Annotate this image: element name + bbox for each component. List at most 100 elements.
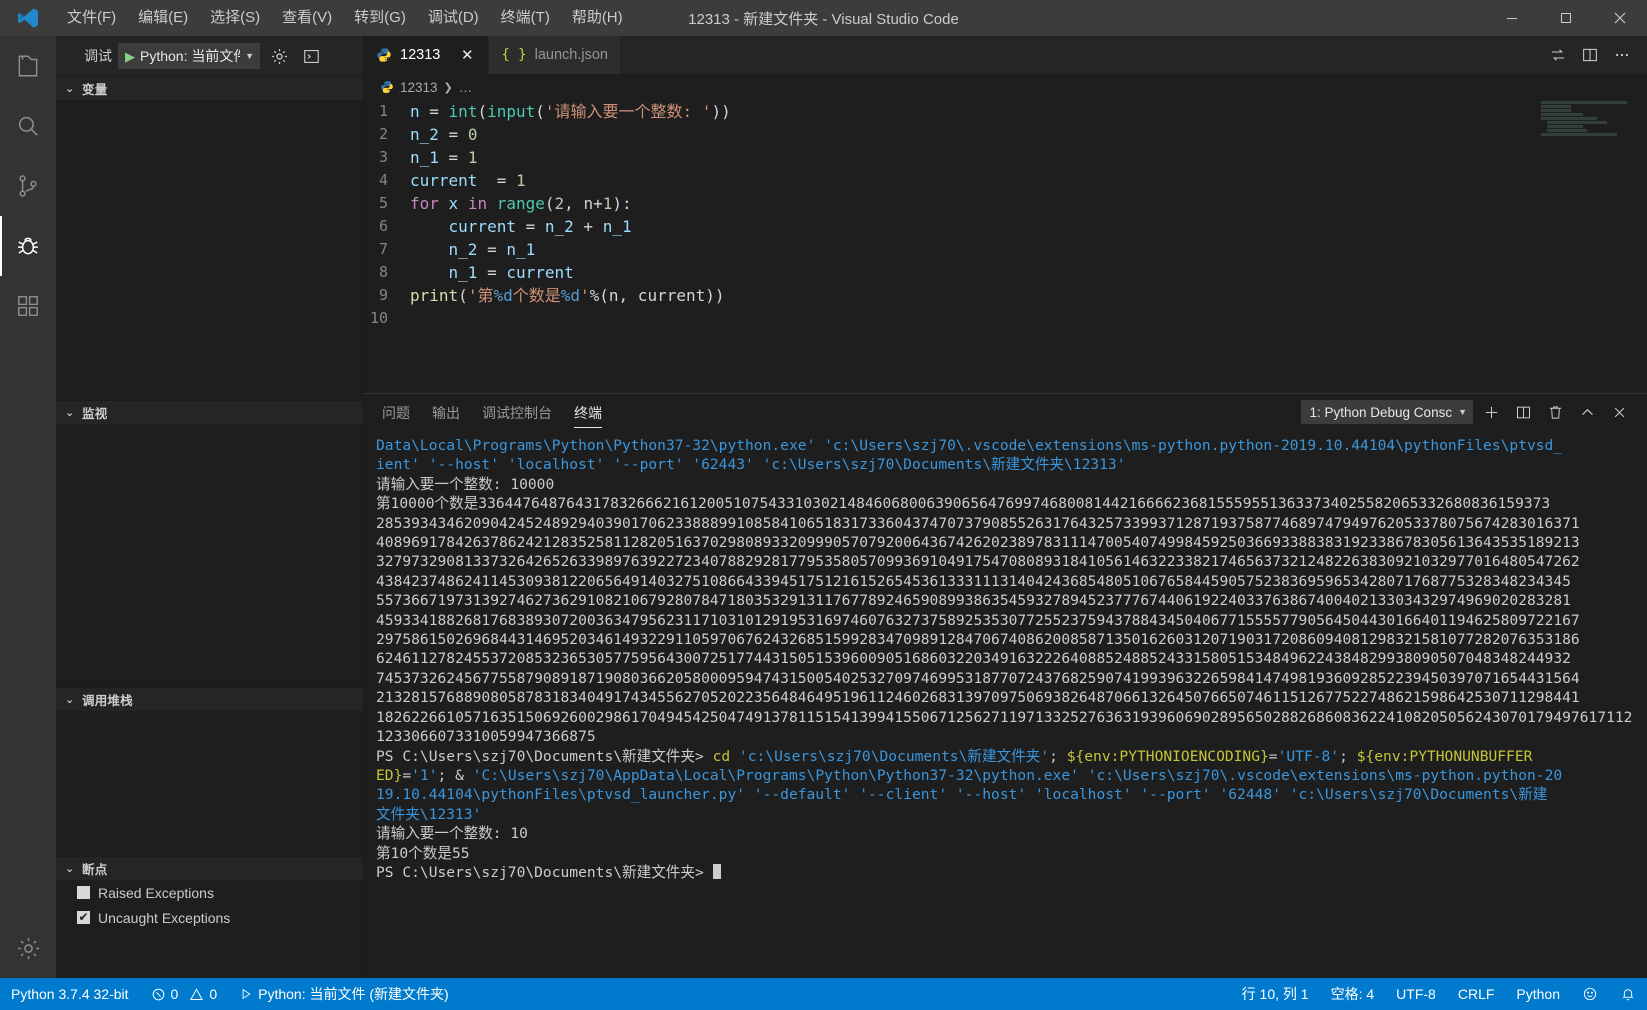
menu-go[interactable]: 转到(G): [343, 0, 417, 36]
editor-tab-12313[interactable]: 12313 ✕: [364, 36, 490, 74]
code-line-text: n_2 = 0: [410, 123, 1647, 146]
panel-tab-debug-console[interactable]: 调试控制台: [482, 394, 552, 430]
code-line[interactable]: 8 n_1 = current: [364, 261, 1647, 284]
code-line[interactable]: 6 current = n_2 + n_1: [364, 215, 1647, 238]
callstack-pane-title: 调用堆栈: [82, 694, 133, 708]
status-eol[interactable]: CRLF: [1447, 978, 1506, 1010]
variables-pane-header[interactable]: ⌄ 变量: [56, 76, 363, 100]
activity-item-extensions[interactable]: [0, 276, 56, 336]
code-line[interactable]: 1n = int(input('请输入要一个整数: ')): [364, 100, 1647, 123]
files-icon: [15, 53, 41, 79]
terminal-text: ;: [1339, 747, 1357, 765]
checkbox-raised-exceptions[interactable]: [77, 886, 90, 899]
terminal-select[interactable]: 1: Python Debug Consc ▼: [1301, 400, 1473, 424]
close-panel-button[interactable]: [1605, 398, 1633, 426]
debug-configuration-select[interactable]: ▶ Python: 当前文件 ▼: [118, 43, 260, 69]
maximize-panel-button[interactable]: [1573, 398, 1601, 426]
minimize-button[interactable]: [1485, 0, 1539, 36]
code-line[interactable]: 2 n_2 = 0: [364, 123, 1647, 146]
open-debug-console-button[interactable]: [298, 43, 324, 69]
code-line-text: n_2 = n_1: [410, 238, 1647, 261]
code-line[interactable]: 3 n_1 = 1: [364, 146, 1647, 169]
feedback-smiley-icon[interactable]: [1571, 978, 1609, 1010]
code-token: (: [458, 286, 468, 305]
code-token: , n+: [564, 194, 603, 213]
bottom-panel: 问题 输出 调试控制台 终端 1: Python Debug Consc ▼ D…: [364, 393, 1647, 978]
status-cursor-position[interactable]: 行 10, 列 1: [1231, 978, 1320, 1010]
panel-tabs: 问题 输出 调试控制台 终端 1: Python Debug Consc ▼: [364, 394, 1647, 430]
close-button[interactable]: [1593, 0, 1647, 36]
activity-item-explorer[interactable]: [0, 36, 56, 96]
panel-tab-output[interactable]: 输出: [432, 394, 460, 430]
code-line[interactable]: 7 n_2 = n_1: [364, 238, 1647, 261]
debug-settings-button[interactable]: [266, 43, 292, 69]
code-token: n: [410, 102, 420, 121]
terminal-line: 4593341882681768389307200363479562311710…: [376, 611, 1637, 630]
activity-item-source-control[interactable]: [0, 156, 56, 216]
menu-debug[interactable]: 调试(D): [417, 0, 490, 36]
status-encoding[interactable]: UTF-8: [1385, 978, 1447, 1010]
code-line[interactable]: 5 for x in range(2, n+1):: [364, 192, 1647, 215]
terminal-line: 19.10.44104\pythonFiles\ptvsd_launcher.p…: [376, 785, 1637, 804]
python-icon: [376, 47, 392, 63]
code-token: (: [544, 194, 555, 213]
code-editor[interactable]: 1n = int(input('请输入要一个整数: ')) 2 n_2 = 0 3 n_…: [364, 100, 1647, 393]
maximize-button[interactable]: [1539, 0, 1593, 36]
activity-item-search[interactable]: [0, 96, 56, 156]
code-line[interactable]: 4 current = 1: [364, 169, 1647, 192]
breadcrumb-file[interactable]: 12313: [400, 80, 438, 95]
breakpoints-pane: ⌄ 断点 Raised Exceptions Uncaught Exceptio…: [56, 856, 363, 978]
checkbox-uncaught-exceptions[interactable]: [77, 908, 90, 926]
terminal-line: 第10个数是55: [376, 844, 1637, 863]
menu-file[interactable]: 文件(F): [56, 0, 127, 36]
more-actions-icon[interactable]: [1607, 36, 1637, 74]
terminal-text: 'UTF-8': [1277, 747, 1340, 765]
code-content[interactable]: 1n = int(input('请输入要一个整数: ')) 2 n_2 = 0 3 n_…: [364, 100, 1647, 330]
menu-edit[interactable]: 编辑(E): [127, 0, 199, 36]
watch-pane-body: [56, 424, 363, 687]
status-python-version[interactable]: Python 3.7.4 32-bit: [0, 978, 140, 1010]
code-token: current: [410, 171, 478, 190]
terminal-text: PS C:\Users\szj70\Documents\新建文件夹>: [376, 747, 713, 765]
status-debug-launch[interactable]: Python: 当前文件 (新建文件夹): [228, 978, 460, 1010]
close-icon[interactable]: ✕: [458, 46, 476, 64]
terminal-text: '1': [411, 766, 438, 784]
editor-tab-launch-json[interactable]: { } launch.json: [489, 36, 621, 74]
code-token: n_2: [544, 217, 574, 236]
menu-help[interactable]: 帮助(H): [561, 0, 634, 36]
activity-item-manage[interactable]: [0, 918, 56, 978]
play-icon[interactable]: ▶: [119, 50, 140, 63]
breadcrumb-rest[interactable]: …: [459, 80, 473, 95]
breakpoint-row-uncaught[interactable]: Uncaught Exceptions: [56, 905, 363, 930]
terminal-text: 2132815768890805878318340491743455627052…: [376, 689, 1580, 707]
split-sync-icon[interactable]: [1543, 36, 1573, 74]
terminal-text: 6246112782455372085323653057759564300725…: [376, 650, 1571, 668]
search-icon: [15, 113, 41, 139]
code-token: in: [467, 194, 488, 213]
callstack-pane-header[interactable]: ⌄ 调用堆栈: [56, 687, 363, 711]
code-line[interactable]: 10: [364, 307, 1647, 330]
code-line[interactable]: 9 print('第%d个数是%d'%(n, current)): [364, 284, 1647, 307]
new-terminal-button[interactable]: [1477, 398, 1505, 426]
status-language-mode[interactable]: Python: [1505, 978, 1571, 1010]
menu-terminal[interactable]: 终端(T): [490, 0, 561, 36]
notifications-bell-icon[interactable]: [1609, 978, 1647, 1010]
status-indentation[interactable]: 空格: 4: [1320, 978, 1386, 1010]
panel-tab-problems[interactable]: 问题: [382, 394, 410, 430]
panel-tab-terminal[interactable]: 终端: [574, 394, 602, 430]
breadcrumb[interactable]: 12313 ❯ …: [364, 74, 1647, 100]
warning-icon: [189, 987, 204, 1002]
breakpoint-row-raised[interactable]: Raised Exceptions: [56, 880, 363, 905]
split-terminal-button[interactable]: [1509, 398, 1537, 426]
split-editor-icon[interactable]: [1575, 36, 1605, 74]
menu-selection[interactable]: 选择(S): [199, 0, 271, 36]
watch-pane-header[interactable]: ⌄ 监视: [56, 400, 363, 424]
menu-view[interactable]: 查看(V): [271, 0, 343, 36]
activity-item-debug[interactable]: [0, 216, 56, 276]
kill-terminal-button[interactable]: [1541, 398, 1569, 426]
terminal-text: 请输入要一个整数: 10000: [376, 475, 555, 493]
breakpoints-pane-header[interactable]: ⌄ 断点: [56, 856, 363, 880]
status-problems[interactable]: 0 0: [140, 978, 229, 1010]
terminal-output[interactable]: Data\Local\Programs\Python\Python37-32\p…: [364, 430, 1647, 978]
line-number: 1: [378, 102, 388, 120]
